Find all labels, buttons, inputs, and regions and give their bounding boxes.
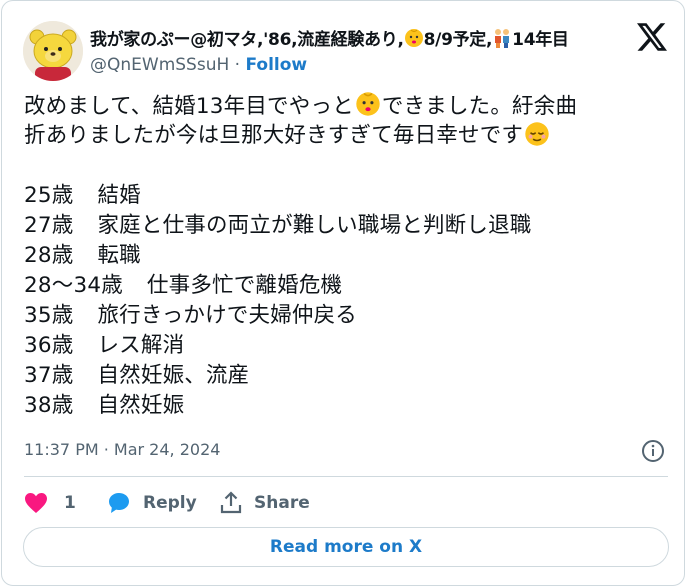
reply-button[interactable]: Reply [107, 489, 197, 517]
timeline-item: 36歳 レス解消 [24, 331, 664, 361]
timeline-item: 35歳 旅行きっかけで夫婦仲戻る [24, 301, 664, 331]
timeline-age: 28〜34歳 [24, 273, 123, 298]
family-emoji-icon [492, 28, 512, 53]
like-button[interactable]: 1 [24, 489, 76, 517]
timeline-item: 37歳 自然妊娠、流産 [24, 361, 664, 391]
timeline-event: 自然妊娠、流産 [97, 363, 250, 388]
tweet-intro-1a: 改めまして、結婚13年目でやっと [24, 94, 354, 119]
timeline-age: 37歳 [24, 363, 74, 388]
info-icon[interactable] [641, 439, 665, 463]
share-icon [220, 491, 242, 514]
timeline-item: 28〜34歳 仕事多忙で離婚危機 [24, 271, 664, 301]
baby-emoji-icon [404, 28, 424, 53]
timeline-event: 自然妊娠 [97, 393, 185, 418]
timeline-item: 38歳 自然妊娠 [24, 391, 664, 421]
timeline-event: 家庭と仕事の両立が難しい職場と判断し退職 [97, 213, 532, 238]
timeline-event: 旅行きっかけで夫婦仲戻る [97, 303, 358, 328]
timeline-age: 25歳 [24, 183, 74, 208]
reply-bubble-icon [109, 493, 129, 513]
heart-icon [25, 493, 47, 513]
author-name[interactable]: 我が家のぷー@初マタ,'86,流産経験あり, 8/9予定, 14年目 [90, 25, 630, 53]
divider [24, 476, 668, 477]
timeline-item: 25歳 結婚 [24, 181, 664, 211]
author-handle[interactable]: @QnEWmSSsuH [90, 55, 229, 75]
action-bar: 1 Reply Share [24, 489, 664, 517]
timeline-list: 25歳 結婚 27歳 家庭と仕事の両立が難しい職場と判断し退職 28歳 転職 28〜34歳仕… [24, 181, 664, 421]
x-logo-icon[interactable] [637, 23, 667, 53]
separator-dot: · [234, 55, 241, 75]
timeline-event: レス解消 [97, 333, 185, 358]
timeline-event: 転職 [97, 243, 141, 268]
timeline-item: 27歳 家庭と仕事の両立が難しい職場と判断し退職 [24, 211, 664, 241]
tweet-timestamp[interactable]: 11:37 PM · Mar 24, 2024 [24, 440, 220, 459]
tweet-intro-2: 折ありましたが今は旦那大好きすぎて毎日幸せです [24, 123, 524, 148]
author-name-text: 我が家のぷー@初マタ,'86,流産経験あり, [90, 30, 404, 50]
read-more-button[interactable]: Read more on X [23, 527, 669, 567]
avatar[interactable] [23, 21, 83, 81]
reply-label: Reply [143, 493, 197, 513]
bear-avatar-icon [23, 21, 83, 81]
tweet-text: 改めまして、結婚13年目でやっと できました。紆余曲 折ありましたが今は旦那大好き… [24, 91, 664, 421]
author-handle-row: @QnEWmSSsuH · Follow [90, 55, 307, 75]
share-label: Share [254, 493, 310, 513]
relieved-face-emoji-icon [524, 121, 550, 156]
timeline-age: 36歳 [24, 333, 74, 358]
follow-button[interactable]: Follow [245, 55, 307, 75]
tweet-intro-1b: できました。紆余曲 [381, 94, 578, 119]
timeline-age: 38歳 [24, 393, 74, 418]
timeline-event: 仕事多忙で離婚危機 [146, 273, 343, 298]
timeline-age: 35歳 [24, 303, 74, 328]
share-button[interactable]: Share [220, 489, 310, 517]
author-name-text-2: 8/9予定, [423, 30, 493, 50]
timeline-age: 28歳 [24, 243, 74, 268]
timeline-age: 27歳 [24, 213, 74, 238]
timeline-event: 結婚 [97, 183, 141, 208]
tweet-intro-line-2: 折ありましたが今は旦那大好きすぎて毎日幸せです [24, 121, 664, 151]
tweet-card: 我が家のぷー@初マタ,'86,流産経験あり, 8/9予定, 14年目 @QnEWmS… [1, 0, 685, 586]
tweet-intro-line-1: 改めまして、結婚13年目でやっと できました。紆余曲 [24, 91, 664, 121]
author-name-text-3: 14年目 [512, 30, 569, 50]
like-count: 1 [64, 493, 76, 513]
timeline-item: 28歳 転職 [24, 241, 664, 271]
